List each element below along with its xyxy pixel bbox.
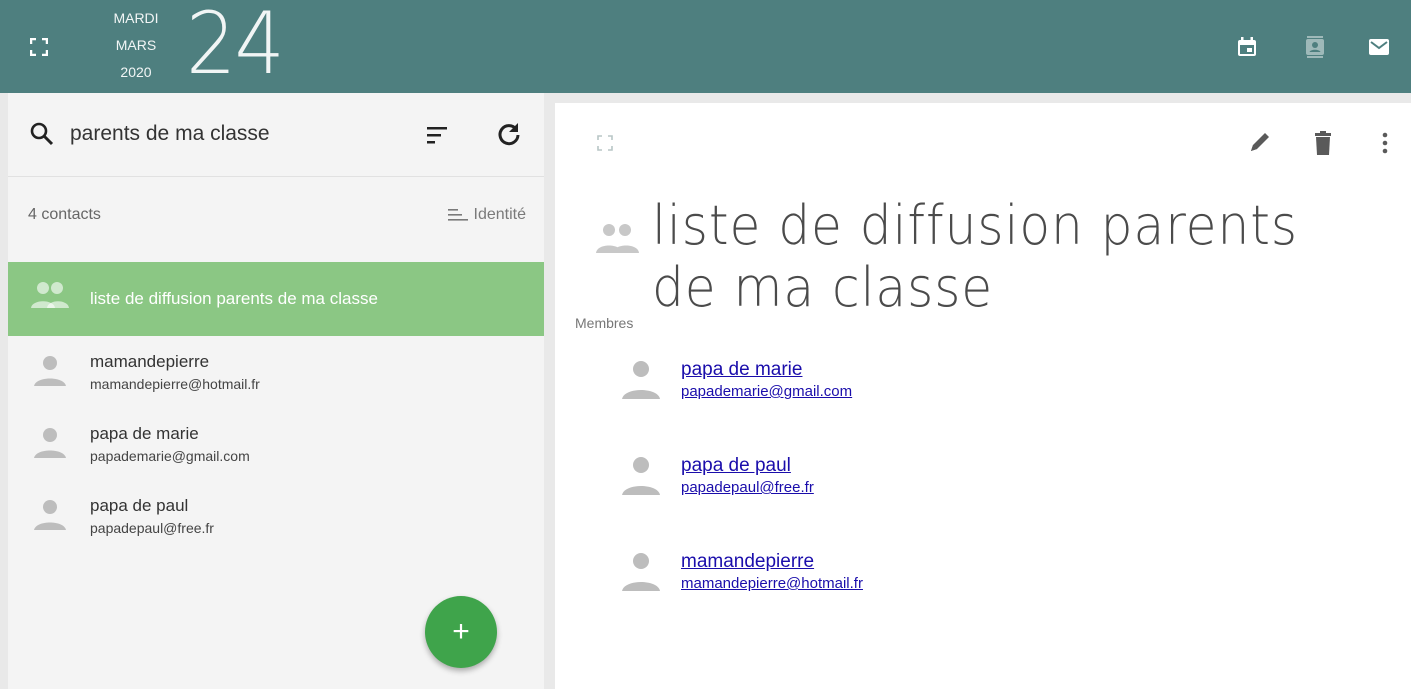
person-icon <box>34 356 66 386</box>
contacts-icon[interactable] <box>1304 36 1326 58</box>
contact-email: papadepaul@free.fr <box>90 520 214 536</box>
member-email-link[interactable]: mamandepierre@hotmail.fr <box>681 575 863 592</box>
member-item: papa de paul papadepaul@free.fr <box>615 447 1215 543</box>
day-number: 24 <box>186 0 285 94</box>
group-icon <box>31 282 69 308</box>
list-item[interactable]: mamandepierre mamandepierre@hotmail.fr <box>8 336 544 408</box>
refresh-icon[interactable] <box>496 121 522 147</box>
member-name-link[interactable]: papa de paul <box>681 455 791 477</box>
member-item: mamandepierre mamandepierre@hotmail.fr <box>615 543 1215 639</box>
add-contact-button[interactable]: + <box>425 596 497 668</box>
contact-list: liste de diffusion parents de ma classe … <box>8 262 544 552</box>
edit-icon[interactable] <box>1247 129 1273 157</box>
member-name-link[interactable]: papa de marie <box>681 359 802 381</box>
person-icon <box>34 428 66 458</box>
contact-email: papademarie@gmail.com <box>90 448 250 464</box>
contact-name: liste de diffusion parents de ma classe <box>90 289 378 308</box>
sort-by-identity-button[interactable]: Identité <box>447 202 526 228</box>
sort-icon[interactable] <box>425 123 449 147</box>
members-label: Membres <box>575 315 634 331</box>
plus-icon: + <box>452 615 470 648</box>
fullscreen-icon[interactable] <box>597 135 613 151</box>
person-icon <box>622 457 660 495</box>
contact-name: mamandepierre <box>90 352 210 371</box>
person-icon <box>622 553 660 591</box>
contact-detail-panel: liste de diffusion parents de ma classe … <box>555 103 1411 689</box>
person-icon <box>34 500 66 530</box>
sort-lines-icon <box>447 209 468 221</box>
list-item[interactable]: papa de paul papadepaul@free.fr <box>8 480 544 552</box>
contact-list-panel: 4 contacts Identité liste de diffusion p… <box>8 93 544 689</box>
date-display: MARDI MARS 2020 <box>98 5 174 86</box>
list-item[interactable]: liste de diffusion parents de ma classe <box>8 262 544 336</box>
contact-name: papa de marie <box>90 424 199 443</box>
member-name-link[interactable]: mamandepierre <box>681 551 814 573</box>
more-vert-icon[interactable] <box>1377 129 1403 157</box>
delete-icon[interactable] <box>1310 129 1336 157</box>
month-label: MARS <box>115 37 157 53</box>
year-label: 2020 <box>120 64 152 80</box>
member-email-link[interactable]: papademarie@gmail.com <box>681 383 852 400</box>
weekday-label: MARDI <box>113 10 159 26</box>
top-bar: MARDI MARS 2020 24 <box>0 0 1411 94</box>
search-icon[interactable] <box>29 121 55 147</box>
mail-icon[interactable] <box>1368 36 1390 58</box>
calendar-icon[interactable] <box>1236 36 1258 58</box>
list-header: 4 contacts Identité <box>8 178 544 262</box>
member-email-link[interactable]: papadepaul@free.fr <box>681 479 814 496</box>
fullscreen-icon[interactable] <box>30 38 48 56</box>
search-bar <box>8 93 544 177</box>
member-item: papa de marie papademarie@gmail.com <box>615 351 1215 447</box>
contact-name: papa de paul <box>90 496 189 515</box>
sort-label: Identité <box>473 206 526 223</box>
list-item[interactable]: papa de marie papademarie@gmail.com <box>8 408 544 480</box>
search-input[interactable] <box>70 117 370 151</box>
detail-title: liste de diffusion parents de ma classe <box>652 194 1298 319</box>
members-list: papa de marie papademarie@gmail.com papa… <box>615 351 1215 639</box>
contact-count: 4 contacts <box>28 206 101 223</box>
person-icon <box>622 361 660 399</box>
group-icon <box>596 224 639 253</box>
contact-email: mamandepierre@hotmail.fr <box>90 376 260 392</box>
